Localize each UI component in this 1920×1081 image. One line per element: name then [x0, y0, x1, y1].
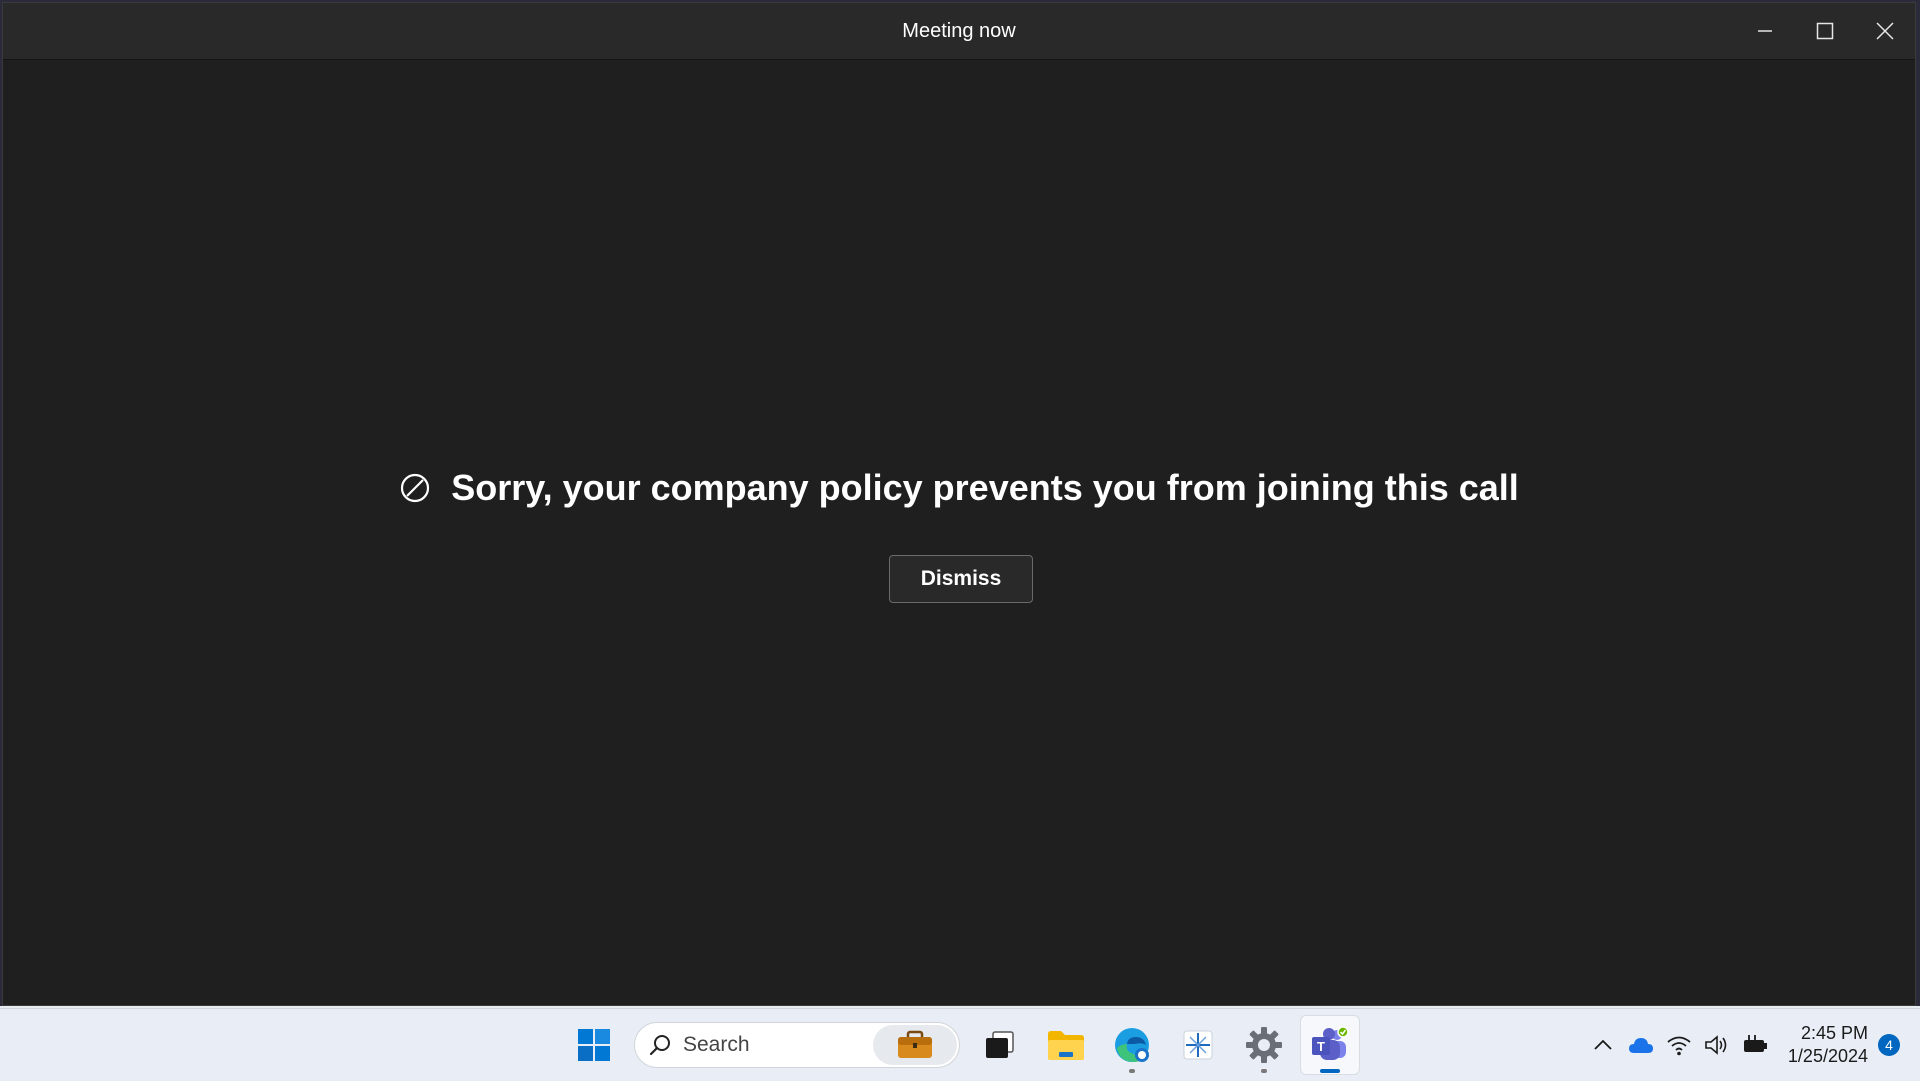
minimize-icon	[1758, 30, 1772, 32]
gear-icon	[1246, 1027, 1282, 1063]
windows-logo-icon	[578, 1029, 610, 1061]
wifi-icon	[1667, 1036, 1691, 1056]
svg-text:T: T	[1317, 1039, 1325, 1054]
taskbar-apps: Search T	[564, 1009, 1360, 1081]
policy-message: Sorry, your company policy prevents you …	[451, 467, 1519, 508]
close-button[interactable]	[1855, 3, 1915, 59]
taskbar-search[interactable]: Search	[634, 1022, 960, 1068]
dismiss-button[interactable]: Dismiss	[889, 555, 1033, 603]
battery-charging-icon	[1743, 1035, 1767, 1052]
title-bar[interactable]: Meeting now	[3, 3, 1915, 60]
meeting-window: Meeting now Sorry, your company policy p…	[2, 2, 1916, 1006]
folder-icon	[1048, 1031, 1084, 1060]
blocked-icon	[401, 473, 430, 503]
start-button[interactable]	[564, 1015, 624, 1075]
window-controls	[1735, 3, 1915, 59]
taskbar: Search T 2:45 PM 1/25/2024 4	[0, 1008, 1920, 1081]
cloud-icon	[1628, 1038, 1653, 1053]
minimize-button[interactable]	[1735, 3, 1795, 59]
briefcase-icon	[898, 1030, 932, 1058]
search-highlight[interactable]	[873, 1025, 957, 1065]
running-indicator	[1129, 1069, 1135, 1073]
close-icon	[1876, 22, 1894, 40]
network-button[interactable]	[1660, 1025, 1698, 1065]
onedrive-button[interactable]	[1622, 1025, 1660, 1065]
volume-button[interactable]	[1698, 1025, 1736, 1065]
policy-message-row: Sorry, your company policy prevents you …	[3, 467, 1915, 509]
meeting-content: Sorry, your company policy prevents you …	[3, 59, 1915, 1005]
speaker-icon	[1705, 1035, 1727, 1055]
edge-button[interactable]	[1102, 1015, 1162, 1075]
battery-button[interactable]	[1736, 1025, 1774, 1065]
search-icon	[649, 1035, 670, 1056]
edge-browser-icon	[1115, 1028, 1149, 1062]
clock-time: 2:45 PM	[1800, 1023, 1868, 1043]
snipping-tool-icon	[1183, 1030, 1213, 1060]
maximize-icon	[1816, 22, 1834, 40]
notification-badge[interactable]: 4	[1878, 1034, 1900, 1056]
search-placeholder: Search	[683, 1033, 750, 1056]
show-hidden-icons-button[interactable]	[1584, 1025, 1622, 1065]
window-title: Meeting now	[902, 20, 1016, 42]
file-explorer-button[interactable]	[1036, 1015, 1096, 1075]
snipping-tool-button[interactable]	[1168, 1015, 1228, 1075]
clock-date: 1/25/2024	[1787, 1046, 1868, 1066]
teams-button[interactable]: T	[1300, 1015, 1360, 1075]
settings-button[interactable]	[1234, 1015, 1294, 1075]
clock[interactable]: 2:45 PM 1/25/2024	[1774, 1022, 1878, 1068]
chevron-up-icon	[1594, 1039, 1612, 1050]
maximize-button[interactable]	[1795, 3, 1855, 59]
system-tray: 2:45 PM 1/25/2024 4	[1584, 1009, 1920, 1081]
active-indicator	[1320, 1069, 1340, 1073]
teams-icon: T	[1312, 1026, 1349, 1060]
task-view-icon	[986, 1031, 1014, 1058]
task-view-button[interactable]	[970, 1015, 1030, 1075]
running-indicator	[1261, 1069, 1267, 1073]
